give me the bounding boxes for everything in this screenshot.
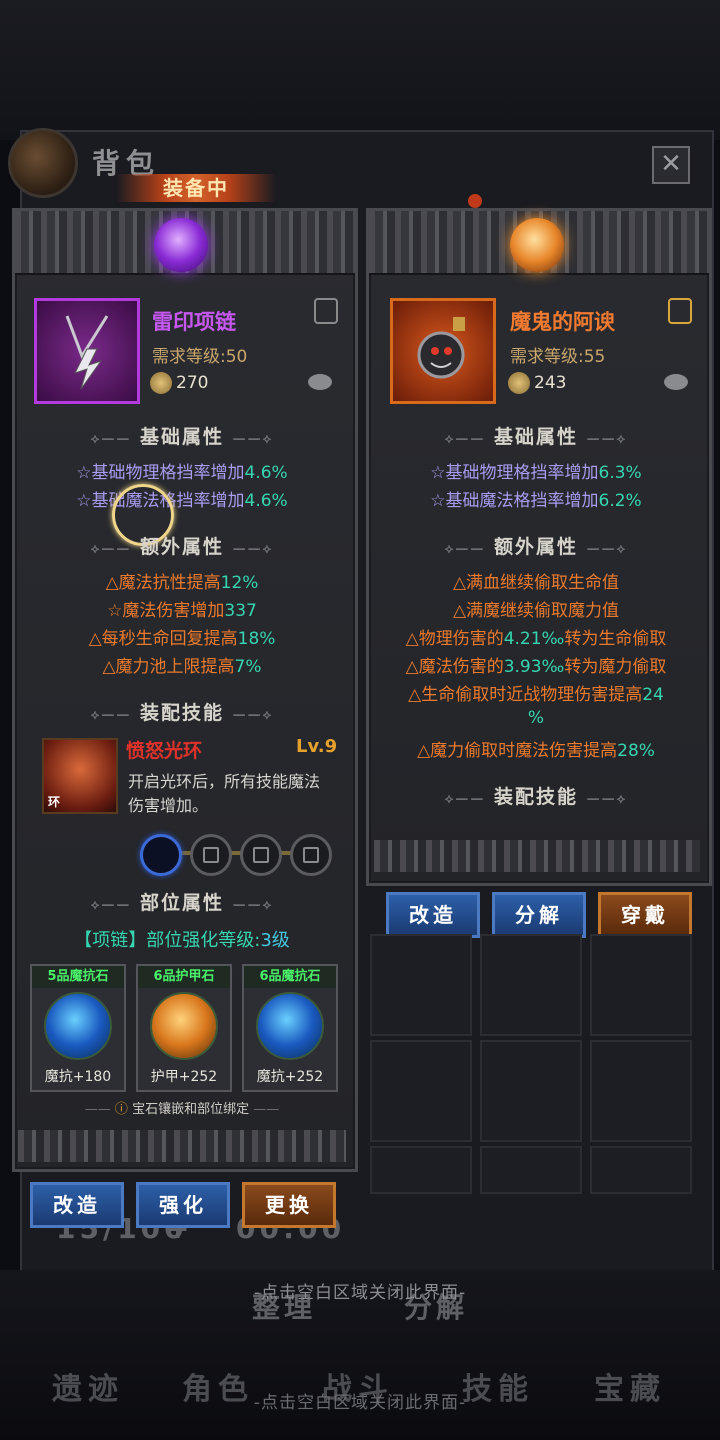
- gem-bonus: 魔抗+252: [256, 1069, 324, 1085]
- shoe-icon: [308, 374, 332, 390]
- extra-attr-line: △生命偷取时近战物理伤害提高24: [408, 685, 664, 705]
- close-hint-secondary: -点击空白区域关闭此界面-: [253, 1393, 467, 1413]
- power-score: 270: [176, 373, 209, 393]
- inventory-slot[interactable]: [480, 1146, 582, 1194]
- extra-attributes-title: ⟡—— 额外属性 ——⟡: [444, 536, 628, 558]
- bind-note: —— ⓘ 宝石镶嵌和部位绑定 ——: [84, 1102, 280, 1117]
- item-name: 雷印项链: [152, 310, 236, 334]
- gem-name: 5品魔抗石: [32, 966, 124, 988]
- bag-icon: [8, 128, 78, 198]
- gem-bonus: 护甲+252: [150, 1069, 218, 1085]
- amulet-icon[interactable]: [390, 298, 496, 404]
- skill-tag: 环: [48, 795, 61, 809]
- socket-empty-icon[interactable]: [140, 834, 182, 876]
- skill-title: ⟡—— 装配技能 ——⟡: [90, 702, 274, 724]
- panel-footer-ornament: [374, 840, 700, 872]
- gem-slot[interactable]: 6品魔抗石 魔抗+252: [242, 964, 338, 1092]
- base-attr-line: ☆基础物理格挡率增加4.6%: [76, 463, 288, 483]
- equip-button[interactable]: 穿戴: [598, 892, 692, 938]
- gem-bonus: 魔抗+180: [44, 1069, 112, 1085]
- inventory-slot[interactable]: [480, 1040, 582, 1142]
- power-score-icon: [150, 372, 172, 394]
- extra-attr-line: ☆魔法伤害增加337: [107, 601, 257, 621]
- base-attributes-title: ⟡—— 基础属性 ——⟡: [444, 426, 628, 448]
- blue-gem-icon: [44, 992, 112, 1060]
- inventory-slot[interactable]: [590, 1146, 692, 1194]
- necklace-icon[interactable]: [34, 298, 140, 404]
- base-attr-line: ☆基础物理格挡率增加6.3%: [430, 463, 642, 483]
- close-hint: -点击空白区域关闭此界面-: [253, 1283, 467, 1303]
- extra-attr-line: △每秒生命回复提高18%: [88, 629, 276, 649]
- power-score: 243: [534, 373, 567, 393]
- extra-attr-line: △物理伤害的4.21‰转为生命偷取: [405, 629, 667, 649]
- part-attributes-title: ⟡—— 部位属性 ——⟡: [90, 892, 274, 914]
- extra-attr-line: △魔法抗性提高12%: [105, 573, 259, 593]
- power-score-icon: [508, 372, 530, 394]
- close-button[interactable]: ✕: [652, 146, 690, 184]
- skill-level: Lv.9: [296, 736, 338, 757]
- unlock-icon[interactable]: [314, 298, 338, 324]
- extra-attr-line: △魔力偷取时魔法伤害提高28%: [417, 741, 655, 761]
- orange-orb-icon: [510, 218, 564, 272]
- socket-lock-icon[interactable]: [240, 834, 282, 876]
- level-requirement: 需求等级:50: [152, 347, 248, 367]
- inventory-slot[interactable]: [590, 934, 692, 1036]
- enhance-button[interactable]: 强化: [136, 1182, 230, 1228]
- orange-gem-icon: [150, 992, 218, 1060]
- purple-orb-icon: [154, 218, 208, 272]
- gem-name: 6品魔抗石: [244, 966, 336, 988]
- extra-attr-line: △满魔继续偷取魔力值: [452, 601, 620, 621]
- extra-attr-line: %: [527, 708, 545, 728]
- warning-icon: ⓘ: [114, 1102, 128, 1117]
- reforge-button[interactable]: 改造: [386, 892, 480, 938]
- base-attributes-title: ⟡—— 基础属性 ——⟡: [90, 426, 274, 448]
- notification-dot: [468, 194, 482, 208]
- extra-attr-line: △魔法伤害的3.93‰转为魔力偷取: [405, 657, 667, 677]
- reforge-button[interactable]: 改造: [30, 1182, 124, 1228]
- inventory-slot[interactable]: [370, 1040, 472, 1142]
- socket-lock-icon[interactable]: [190, 834, 232, 876]
- item-name: 魔鬼的阿谀: [510, 310, 615, 334]
- extra-attr-line: △满血继续偷取生命值: [452, 573, 620, 593]
- base-attr-line: ☆基础魔法格挡率增加4.6%: [76, 491, 288, 511]
- part-enhance-level: 【项链】部位强化等级:3级: [74, 930, 290, 951]
- replace-button[interactable]: 更换: [242, 1182, 336, 1228]
- inventory-slot[interactable]: [480, 934, 582, 1036]
- blue-gem-icon: [256, 992, 324, 1060]
- background-top: [0, 0, 720, 140]
- decompose-button[interactable]: 分解: [492, 892, 586, 938]
- lock-icon[interactable]: [668, 298, 692, 324]
- inventory-slot[interactable]: [370, 934, 472, 1036]
- extra-attributes-title: ⟡—— 额外属性 ——⟡: [90, 536, 274, 558]
- skill-name: 愤怒光环: [126, 740, 203, 762]
- level-requirement: 需求等级:55: [510, 347, 606, 367]
- skill-icon[interactable]: 环: [42, 738, 118, 814]
- gem-name: 6品护甲石: [138, 966, 230, 988]
- socket-lock-icon[interactable]: [290, 834, 332, 876]
- equipped-label: 装备中: [116, 174, 276, 202]
- inventory-slot[interactable]: [370, 1146, 472, 1194]
- shoe-icon: [664, 374, 688, 390]
- skill-title: ⟡—— 装配技能 ——⟡: [444, 786, 628, 808]
- extra-attr-line: △魔力池上限提高7%: [102, 657, 262, 677]
- panel-footer-ornament: [18, 1130, 346, 1162]
- inventory-slot[interactable]: [590, 1040, 692, 1142]
- base-attr-line: ☆基础魔法格挡率增加6.2%: [430, 491, 642, 511]
- gem-slot[interactable]: 6品护甲石 护甲+252: [136, 964, 232, 1092]
- gem-slot[interactable]: 5品魔抗石 魔抗+180: [30, 964, 126, 1092]
- skill-desc: 开启光环后，所有技能魔法: [128, 772, 321, 791]
- skill-desc: 伤害增加。: [128, 796, 209, 815]
